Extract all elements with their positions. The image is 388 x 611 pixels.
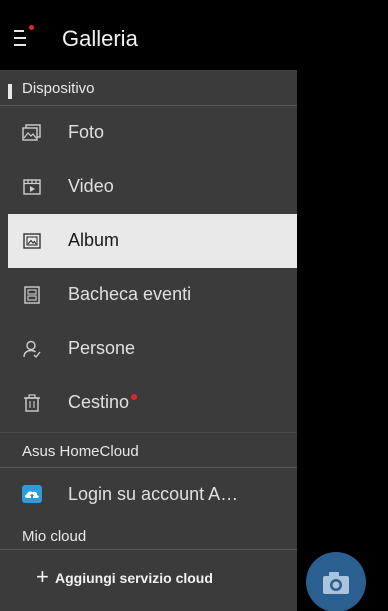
add-cloud-service-label: Aggiungi servizio cloud — [55, 570, 213, 586]
album-icon — [23, 233, 41, 249]
section-header-homecloud: Asus HomeCloud — [0, 432, 297, 468]
section-header-mio-cloud: Mio cloud — [0, 522, 297, 550]
event-board-icon — [24, 286, 40, 304]
drawer-item-label: Cestino — [68, 392, 138, 413]
hamburger-menu-icon[interactable] — [10, 22, 36, 48]
drawer-item-label: Persone — [68, 338, 136, 358]
app-bar: Galleria — [0, 0, 388, 70]
drawer-item-album[interactable]: Album — [8, 214, 297, 268]
add-cloud-service-button[interactable]: + Aggiungi servizio cloud — [8, 554, 297, 604]
drawer-item-label: Bacheca eventi — [68, 284, 192, 304]
navigation-drawer: Dispositivo Foto Video Album Bacheca eve… — [0, 70, 297, 611]
notification-dot — [29, 25, 34, 30]
drawer-item-cestino[interactable]: Cestino — [8, 376, 297, 430]
drawer-item-homecloud-login[interactable]: Login su account A… — [8, 468, 297, 522]
drawer-item-bacheca-eventi[interactable]: Bacheca eventi — [8, 268, 297, 322]
camera-button[interactable] — [306, 552, 366, 611]
section-header-device: Dispositivo — [0, 70, 297, 106]
app-title: Galleria — [62, 26, 138, 51]
drawer-item-video[interactable]: Video — [8, 160, 297, 214]
drawer-item-persone[interactable]: Persone — [8, 322, 297, 376]
photo-icon — [22, 124, 41, 141]
section-marker — [8, 84, 12, 99]
drawer-item-foto[interactable]: Foto — [8, 106, 297, 160]
drawer-item-label: Foto — [68, 122, 105, 142]
camera-icon — [323, 572, 349, 594]
person-icon — [23, 340, 41, 359]
trash-badge-dot — [131, 394, 138, 400]
drawer-item-label: Login su account A… — [68, 484, 239, 504]
drawer-item-label: Video — [68, 176, 114, 196]
drawer-item-label: Album — [68, 230, 120, 250]
trash-icon — [24, 394, 40, 412]
cloud-icon — [22, 485, 42, 503]
video-icon — [23, 179, 41, 195]
plus-icon: + — [36, 564, 49, 589]
